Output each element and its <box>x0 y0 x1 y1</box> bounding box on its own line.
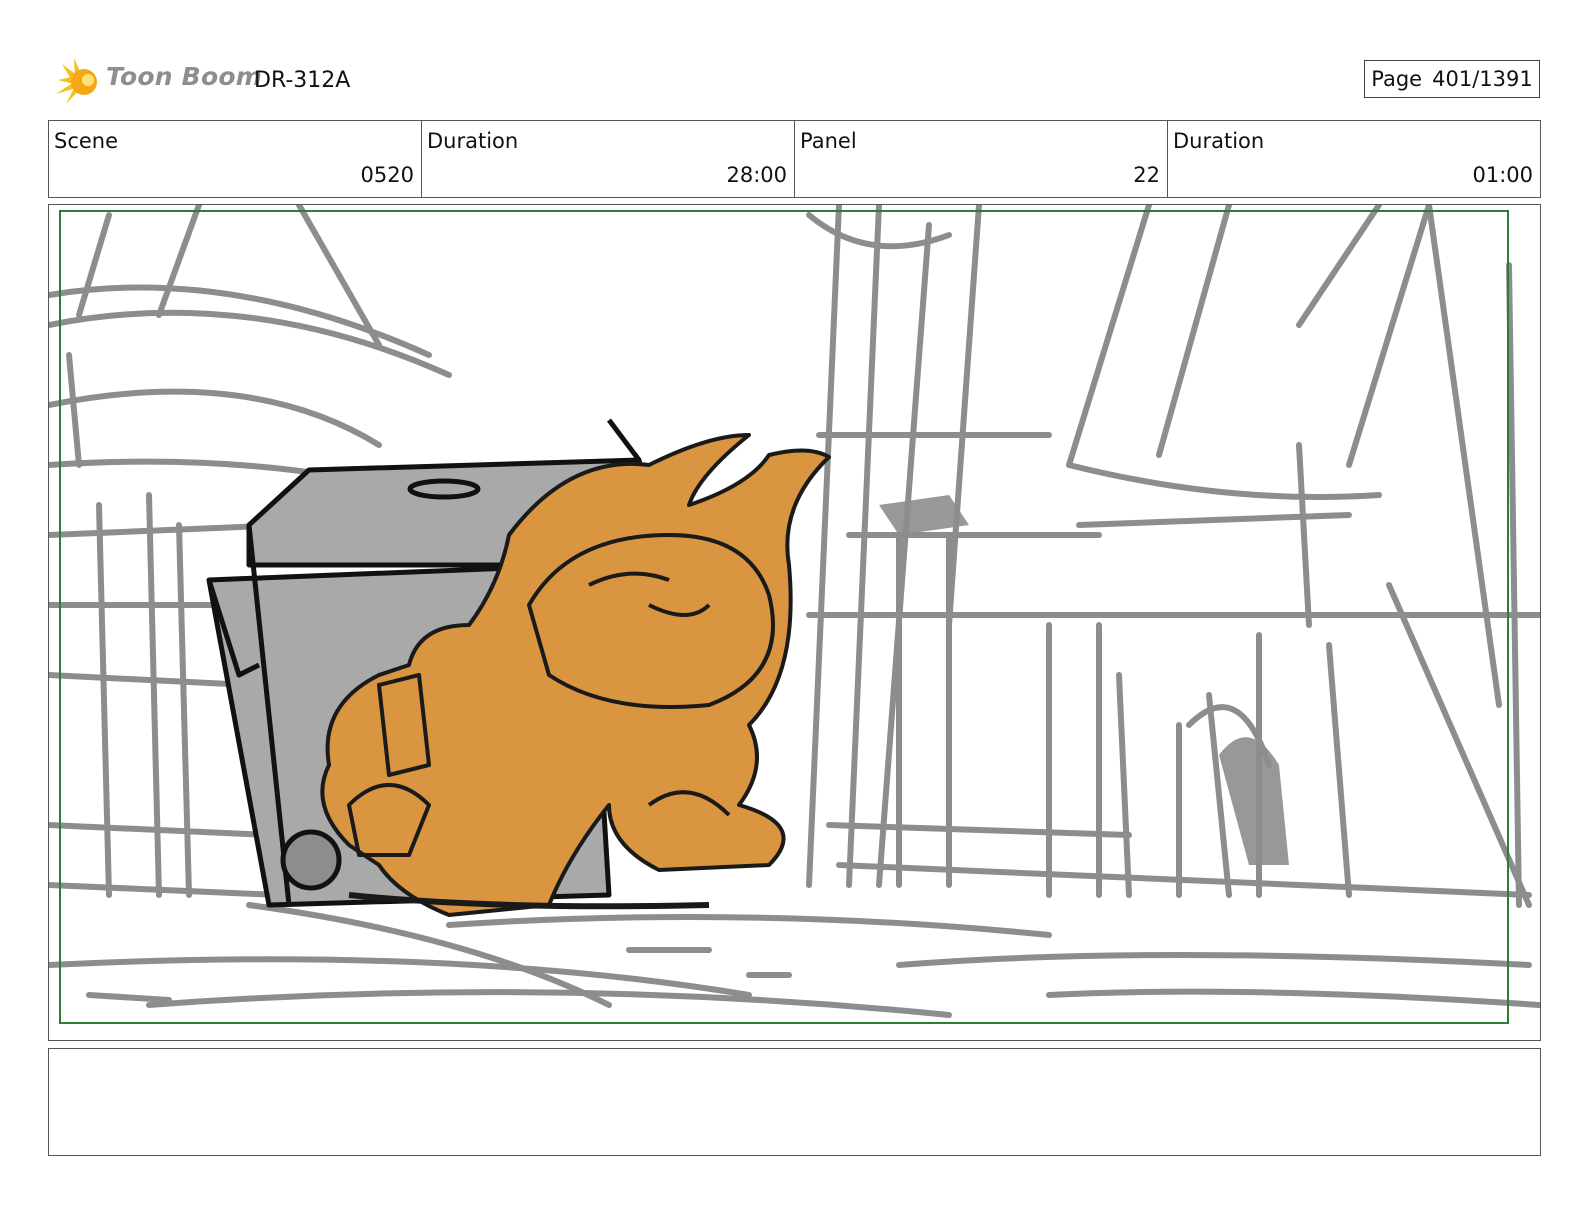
scene-duration-label: Duration <box>427 129 519 153</box>
page-number: 401/1391 <box>1432 67 1533 91</box>
page-indicator: Page 401/1391 <box>1364 60 1540 98</box>
document-id: DR-312A <box>254 68 351 93</box>
storyboard-panel <box>48 204 1541 1041</box>
brand-name: Toon Boom <box>106 62 262 91</box>
panel-duration-label: Duration <box>1173 129 1265 153</box>
toon-boom-logo-icon <box>56 58 97 104</box>
scene-duration-cell: Duration 28:00 <box>422 121 795 197</box>
panel-cell: Panel 22 <box>795 121 1168 197</box>
panel-label: Panel <box>800 129 857 153</box>
page-label: Page <box>1371 67 1423 91</box>
notes-box <box>48 1048 1541 1156</box>
scene-duration-value: 28:00 <box>726 163 787 187</box>
scene-value: 0520 <box>360 163 414 187</box>
panel-duration-cell: Duration 01:00 <box>1168 121 1540 197</box>
panel-duration-value: 01:00 <box>1472 163 1533 187</box>
panel-drawing <box>49 205 1540 1040</box>
panel-value: 22 <box>1133 163 1160 187</box>
scene-cell: Scene 0520 <box>49 121 422 197</box>
scene-info-table: Scene 0520 Duration 28:00 Panel 22 Durat… <box>48 120 1541 198</box>
page-header: Toon Boom DR-312A Page 401/1391 <box>50 52 1540 108</box>
scene-label: Scene <box>54 129 119 153</box>
